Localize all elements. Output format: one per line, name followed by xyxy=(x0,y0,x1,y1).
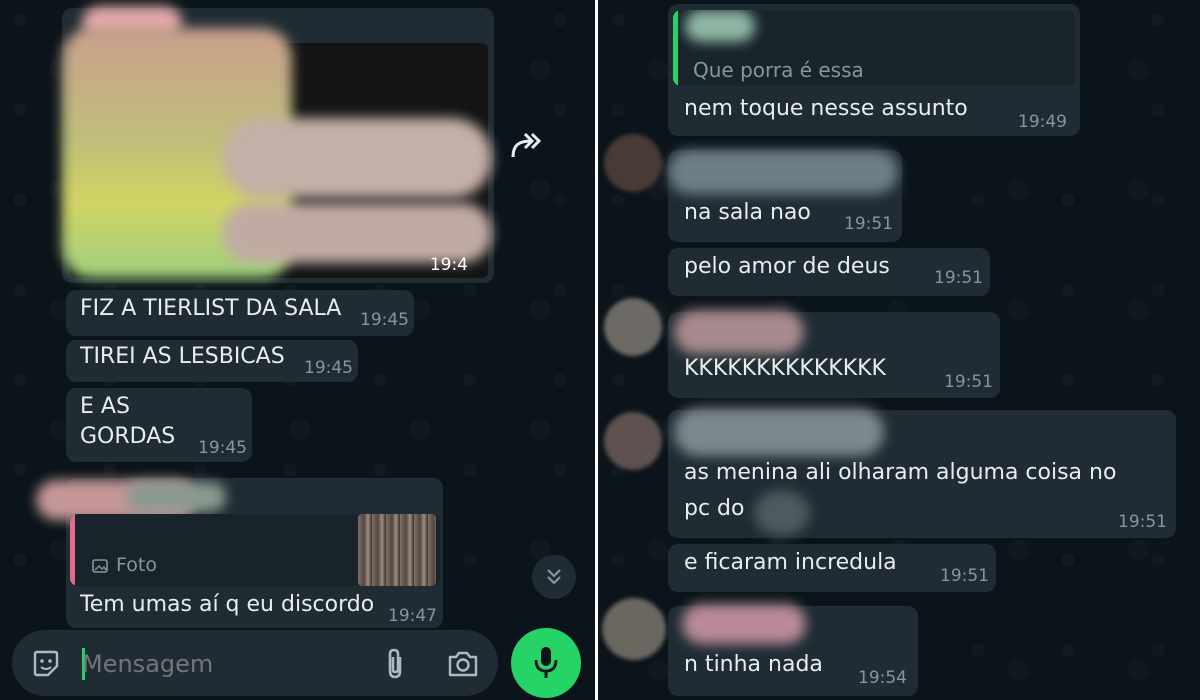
quoted-photo-thumbnail xyxy=(358,514,436,586)
quote-bar xyxy=(70,514,75,586)
message-bubble[interactable]: n tinha nada 19:54 xyxy=(668,604,918,696)
blurred-sender-name xyxy=(674,408,884,456)
message-bubble[interactable]: as menina ali olharam alguma coisa no pc… xyxy=(668,408,1176,538)
message-text: E AS xyxy=(80,394,130,419)
message-text: na sala nao xyxy=(684,200,811,225)
reply-message[interactable]: Que porra é essa nem toque nesse assunto… xyxy=(668,4,1080,136)
attach-icon xyxy=(388,648,402,679)
message-bubble[interactable]: na sala nao 19:51 xyxy=(668,150,902,242)
message-time: 19:47 xyxy=(388,606,437,626)
message-text: GORDAS xyxy=(80,424,176,449)
left-chat-panel: 19:4 FIZ A TIERLIST DA SALA 19:45 TIREI … xyxy=(0,0,595,700)
forward-icon xyxy=(511,132,542,158)
message-text: n tinha nada xyxy=(684,652,823,677)
message-time: 19:45 xyxy=(304,358,353,378)
quote-bar xyxy=(673,10,678,86)
message-text: KKKKKKKKKKKKKK xyxy=(684,356,886,381)
quoted-photo[interactable]: Foto xyxy=(70,514,440,586)
scroll-down-button[interactable] xyxy=(532,555,576,599)
blurred-sender-name xyxy=(126,482,226,512)
message-time: 19:54 xyxy=(858,668,907,688)
message-bubble[interactable]: e ficaram incredula 19:51 xyxy=(668,544,996,592)
quoted-message[interactable]: Que porra é essa xyxy=(673,10,1075,86)
message-time: 19:51 xyxy=(944,372,993,392)
image-message[interactable]: 19:4 xyxy=(62,6,494,283)
avatar[interactable] xyxy=(604,412,662,470)
message-time: 19:49 xyxy=(1018,112,1067,132)
message-time: 19:51 xyxy=(934,268,983,288)
blurred-quote-author xyxy=(685,10,755,42)
message-text: as menina ali olharam alguma coisa no xyxy=(684,460,1117,485)
message-text: Tem umas aí q eu discordo xyxy=(80,592,375,617)
avatar[interactable] xyxy=(604,134,662,192)
message-text: e ficaram incredula xyxy=(684,550,897,575)
message-text: pelo amor de deus xyxy=(684,254,890,279)
scroll-down-icon xyxy=(547,569,561,585)
blurred-sender-name xyxy=(674,310,804,354)
forward-button[interactable] xyxy=(505,126,549,166)
blurred-image-area xyxy=(222,203,492,263)
message-input-bar xyxy=(12,630,498,696)
blurred-name xyxy=(754,490,810,536)
blurred-sender-name xyxy=(668,150,898,194)
message-time: 19:4 xyxy=(429,255,468,275)
blurred-sender-name xyxy=(682,604,806,644)
camera-icon xyxy=(448,651,478,677)
attach-button[interactable] xyxy=(380,647,410,681)
message-text: nem toque nesse assunto xyxy=(684,96,968,121)
quoted-photo-label: Foto xyxy=(116,554,157,576)
message-bubble[interactable]: E AS GORDAS 19:45 xyxy=(66,388,252,462)
message-time: 19:51 xyxy=(1118,512,1167,532)
message-bubble[interactable]: pelo amor de deus 19:51 xyxy=(668,248,990,296)
message-input[interactable] xyxy=(82,644,342,684)
right-chat-panel: Que porra é essa nem toque nesse assunto… xyxy=(598,0,1200,700)
blurred-image-area xyxy=(222,118,492,198)
reply-message[interactable]: Foto Tem umas aí q eu discordo 19:47 xyxy=(36,478,443,628)
image-icon xyxy=(92,559,108,573)
message-text: TIREI AS LESBICAS xyxy=(80,344,285,369)
quoted-text: Que porra é essa xyxy=(693,58,864,82)
avatar[interactable] xyxy=(602,598,666,660)
message-bubble[interactable]: FIZ A TIERLIST DA SALA 19:45 xyxy=(66,290,414,336)
message-time: 19:45 xyxy=(198,438,247,458)
avatar[interactable] xyxy=(604,298,662,356)
message-text: FIZ A TIERLIST DA SALA xyxy=(80,296,342,321)
sticker-icon xyxy=(33,650,59,677)
message-text: pc do xyxy=(684,496,745,521)
mic-icon xyxy=(534,647,558,678)
message-bubble[interactable]: KKKKKKKKKKKKKK 19:51 xyxy=(668,310,1000,398)
message-time: 19:45 xyxy=(360,310,409,330)
message-time: 19:51 xyxy=(940,566,989,586)
message-bubble[interactable]: TIREI AS LESBICAS 19:45 xyxy=(66,340,358,382)
mic-button[interactable] xyxy=(511,628,581,698)
camera-button[interactable] xyxy=(446,648,480,680)
sticker-button[interactable] xyxy=(30,648,62,680)
message-time: 19:51 xyxy=(844,214,893,234)
